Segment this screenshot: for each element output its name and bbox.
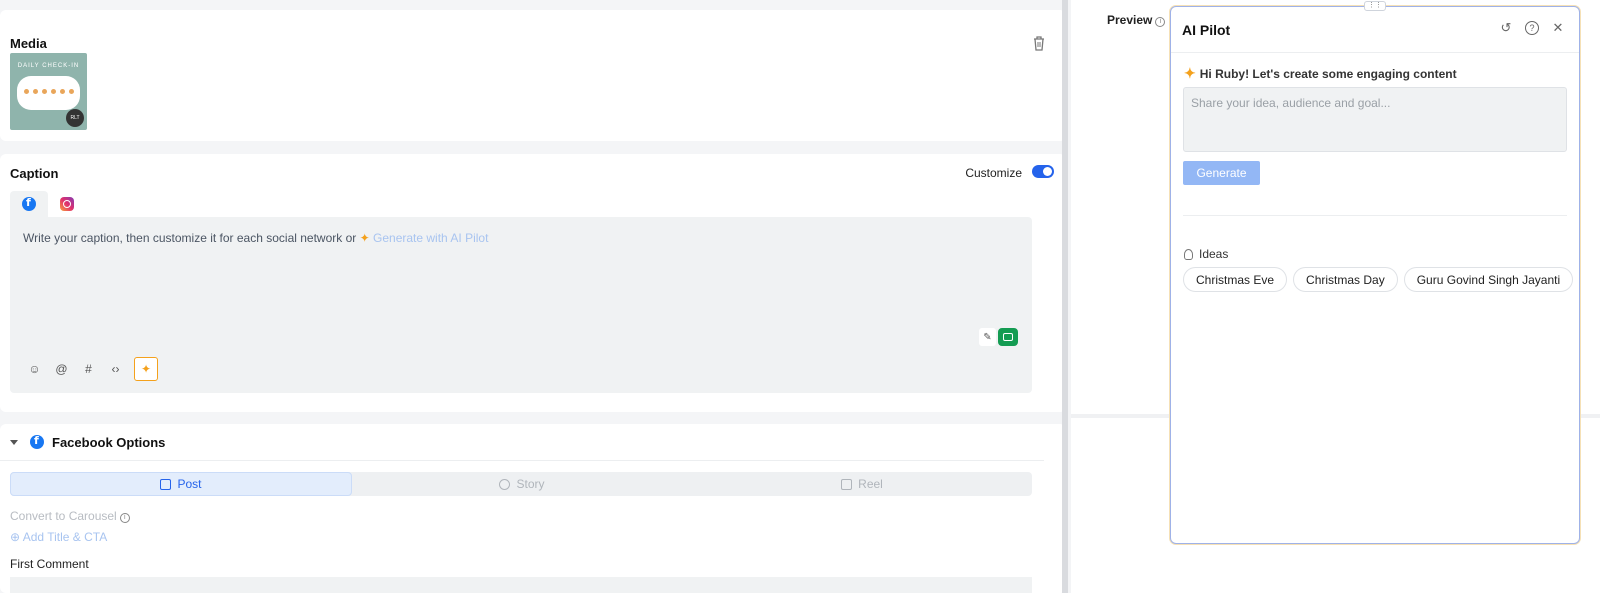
scrollbar[interactable] xyxy=(1062,0,1068,593)
thumb-dots xyxy=(24,89,74,95)
hashtag-icon[interactable]: # xyxy=(80,361,97,378)
idea-chip[interactable]: Christmas Eve xyxy=(1183,267,1288,292)
facebook-options-title: Facebook Options xyxy=(52,434,166,450)
editor-extensions: ✎ xyxy=(979,328,1018,346)
generate-ai-link[interactable]: Generate with AI Pilot xyxy=(373,231,488,245)
idea-chip[interactable]: Christmas Day xyxy=(1293,267,1398,292)
customize-label: Customize xyxy=(965,166,1022,180)
info-icon[interactable]: i xyxy=(119,513,130,523)
facebook-icon xyxy=(30,434,44,449)
history-icon[interactable]: ↺ xyxy=(1499,20,1513,35)
idea-input[interactable]: Share your idea, audience and goal... xyxy=(1183,87,1567,152)
tab-story-label: Story xyxy=(516,477,545,491)
media-title: Media xyxy=(10,36,47,51)
media-thumbnail[interactable]: DAILY CHECK-IN RLT xyxy=(10,53,87,130)
network-tabs xyxy=(10,191,86,217)
facebook-options-header[interactable]: Facebook Options xyxy=(10,430,165,454)
ideas-heading: Ideas xyxy=(1184,247,1228,261)
tab-instagram[interactable] xyxy=(48,191,86,217)
divider xyxy=(1171,52,1579,53)
drag-handle-icon[interactable]: ⋮⋮ xyxy=(1364,1,1386,11)
tab-reel-label: Reel xyxy=(858,477,883,491)
close-icon[interactable]: ✕ xyxy=(1551,20,1565,35)
convert-carousel-label: Convert to Carousel xyxy=(10,509,117,523)
caption-card: Caption Customize Write your caption, th… xyxy=(0,154,1066,412)
add-title-cta-link[interactable]: ⊕ Add Title & CTA xyxy=(10,530,107,544)
idea-chip[interactable]: Guru Govind Singh Jayanti xyxy=(1403,267,1574,292)
ai-pilot-title: AI Pilot xyxy=(1182,22,1231,38)
emoji-icon[interactable]: ☺ xyxy=(26,361,43,378)
divider xyxy=(0,460,1044,461)
caption-placeholder-text: Write your caption, then customize it fo… xyxy=(23,231,357,245)
trash-icon[interactable] xyxy=(1032,35,1046,51)
divider xyxy=(1183,215,1567,216)
help-icon[interactable]: ? xyxy=(1525,21,1539,35)
media-card: Media DAILY CHECK-IN RLT xyxy=(0,10,1066,141)
thumb-title: DAILY CHECK-IN xyxy=(17,63,80,69)
sparkle-icon: ✦ xyxy=(140,362,152,376)
instagram-icon xyxy=(60,197,74,211)
ai-sparkle-button[interactable]: ✦ xyxy=(134,357,158,381)
caption-editor[interactable]: Write your caption, then customize it fo… xyxy=(10,217,1032,393)
caption-placeholder: Write your caption, then customize it fo… xyxy=(23,231,488,245)
customize-toggle[interactable] xyxy=(1032,165,1054,178)
plus-circle-icon: ⊕ xyxy=(10,530,23,544)
ai-pilot-panel: ⋮⋮ AI Pilot ↺ ? ✕ ✦ Hi Ruby! Let's create… xyxy=(1170,1,1580,544)
preview-label: Preview xyxy=(1107,13,1153,27)
composer-panel: Media DAILY CHECK-IN RLT Caption Customi… xyxy=(0,0,1066,593)
grid-icon xyxy=(160,478,172,490)
sparkle-icon: ✦ xyxy=(1184,65,1196,81)
tab-story[interactable]: Story xyxy=(352,472,692,496)
preview-heading: Preview i xyxy=(1107,13,1166,27)
tab-post[interactable]: Post xyxy=(10,472,352,496)
pen-icon[interactable]: ✎ xyxy=(979,328,996,346)
play-icon xyxy=(499,478,511,490)
facebook-icon xyxy=(22,196,36,211)
ai-greeting-text: Hi Ruby! Let's create some engaging cont… xyxy=(1199,67,1457,81)
idea-input-placeholder: Share your idea, audience and goal... xyxy=(1191,96,1391,110)
ideas-label: Ideas xyxy=(1199,247,1229,261)
grammarly-icon[interactable] xyxy=(998,328,1018,346)
first-comment-field[interactable] xyxy=(10,577,1032,593)
first-comment-label: First Comment xyxy=(10,557,89,571)
mention-icon[interactable]: @ xyxy=(53,361,70,378)
info-icon[interactable]: i xyxy=(1155,17,1166,27)
thumb-badge: RLT xyxy=(66,109,84,127)
ai-greeting: ✦ Hi Ruby! Let's create some engaging con… xyxy=(1184,65,1457,82)
idea-chips: Christmas Eve Christmas Day Guru Govind … xyxy=(1183,267,1574,292)
generate-button[interactable]: Generate xyxy=(1183,161,1260,185)
sparkle-icon: ✦ xyxy=(359,231,370,245)
add-title-cta-label: Add Title & CTA xyxy=(22,530,108,544)
tab-post-label: Post xyxy=(177,477,202,491)
chevron-down-icon xyxy=(10,439,18,445)
reel-icon xyxy=(841,478,853,490)
ai-pilot-actions: ↺ ? ✕ xyxy=(1499,20,1565,35)
lightbulb-icon xyxy=(1184,248,1193,260)
tab-reel[interactable]: Reel xyxy=(692,472,1032,496)
post-type-selector: Post Story Reel xyxy=(10,472,1032,496)
caption-title: Caption xyxy=(10,166,59,181)
facebook-options-card: Facebook Options Post Story Reel Convert… xyxy=(0,424,1066,593)
convert-carousel-row: Convert to Carousel i xyxy=(10,509,130,523)
code-icon[interactable]: ‹› xyxy=(107,361,124,378)
tab-facebook[interactable] xyxy=(10,191,48,217)
editor-toolbar: ☺ @ # ‹› ✦ xyxy=(26,357,158,381)
